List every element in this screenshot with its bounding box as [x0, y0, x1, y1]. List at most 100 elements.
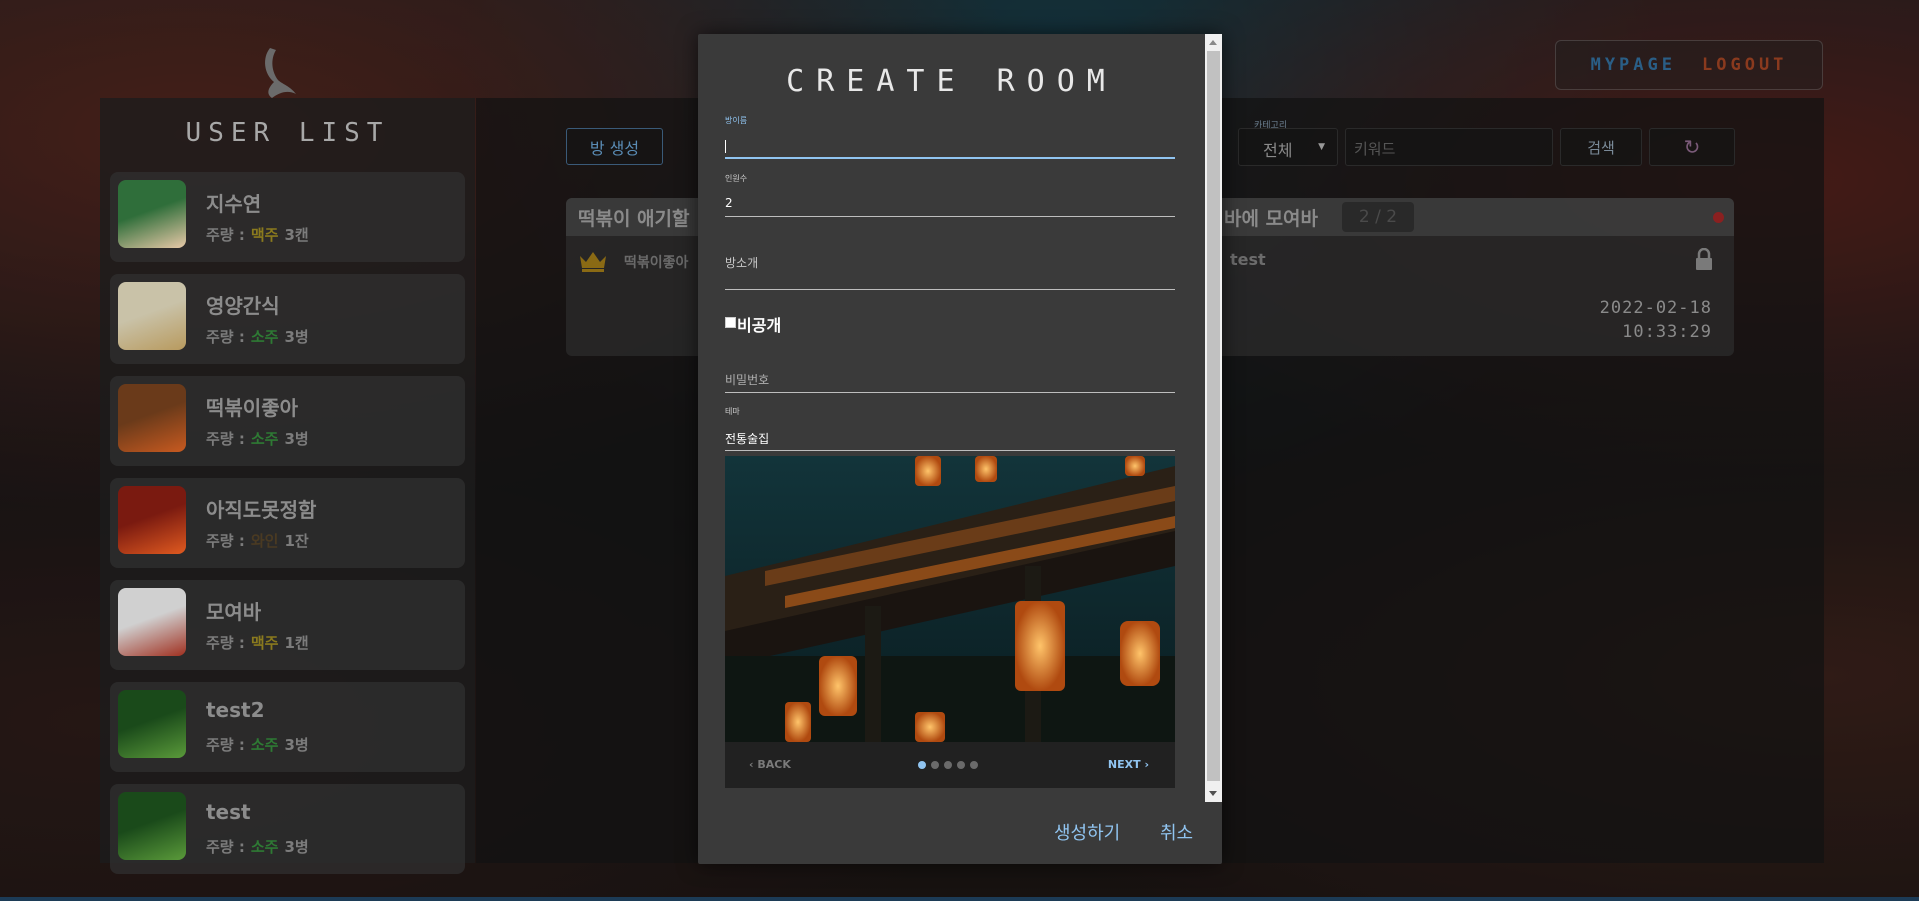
carousel-next-label: NEXT [1107, 758, 1141, 771]
user-name: test [206, 800, 251, 824]
carousel-dot[interactable] [931, 761, 939, 769]
user-name: 모여바 [206, 600, 262, 624]
user-name: 아직도못정함 [206, 498, 317, 522]
carousel-controls: ‹ BACK NEXT › [725, 742, 1175, 788]
carousel-dot[interactable] [918, 761, 926, 769]
drink-amount: 1잔 [284, 532, 309, 550]
create-room-modal: CREATE ROOM 방이름 인원수 2 방소개 비공개 비밀번호 테마 전통… [698, 34, 1222, 864]
drink-amount: 3병 [284, 838, 309, 856]
user-drink-capacity: 주량 : 소주 3병 [206, 836, 309, 857]
user-card[interactable]: test2 주량 : 소주 3병 [110, 682, 465, 772]
text-cursor [725, 140, 726, 153]
user-name: 지수연 [206, 192, 262, 216]
theme-label: 테마 [725, 407, 740, 416]
password-underline [725, 392, 1175, 393]
scroll-down-icon[interactable] [1209, 791, 1217, 796]
room-title: 떡볶이 애기할 [578, 208, 690, 230]
search-button[interactable]: 검색 [1560, 128, 1642, 166]
drink-prefix: 주량 : [206, 838, 245, 856]
drink-prefix: 주량 : [206, 532, 245, 550]
drink-prefix: 주량 : [206, 328, 245, 346]
category-select[interactable]: 전체 ▼ [1238, 128, 1338, 166]
user-drink-capacity: 주량 : 소주 3병 [206, 734, 309, 755]
capacity-input[interactable]: 2 [725, 196, 733, 210]
modal-scrollbar[interactable] [1205, 34, 1222, 802]
theme-underline [725, 450, 1175, 451]
logout-link[interactable]: LOGOUT [1702, 55, 1787, 75]
room-time: 10:33:29 [1622, 322, 1712, 342]
drink-type: 소주 [250, 838, 279, 856]
refresh-icon: ↻ [1683, 135, 1701, 159]
drink-amount: 1캔 [284, 634, 309, 652]
user-card[interactable]: 아직도못정함주량 : 와인 1잔 [110, 478, 465, 568]
drink-prefix: 주량 : [206, 634, 245, 652]
avatar [118, 282, 186, 350]
page-bottom-border [0, 897, 1919, 901]
carousel-next-button[interactable]: NEXT › [1108, 758, 1149, 771]
theme-input[interactable]: 전통술집 [725, 430, 769, 447]
drink-type: 맥주 [250, 634, 279, 652]
password-input[interactable]: 비밀번호 [725, 371, 769, 388]
drink-type: 소주 [250, 430, 279, 448]
room-intro-underline [725, 289, 1175, 290]
keyword-input[interactable]: 키워드 [1345, 128, 1553, 166]
modal-title: CREATE ROOM [786, 64, 1117, 99]
user-name: 떡볶이좋아 [206, 396, 298, 420]
drink-type: 맥주 [250, 226, 279, 244]
category-value: 전체 [1263, 141, 1293, 160]
refresh-button[interactable]: ↻ [1649, 128, 1735, 166]
drink-amount: 3병 [284, 736, 309, 754]
capacity-underline [725, 216, 1175, 217]
carousel-dots [918, 761, 978, 769]
create-room-button[interactable]: 방 생성 [566, 128, 663, 165]
carousel-back-button[interactable]: ‹ BACK [749, 758, 791, 771]
room-date: 2022-02-18 [1599, 298, 1712, 318]
capacity-label: 인원수 [725, 174, 748, 183]
lock-icon [1696, 248, 1712, 270]
drink-type: 와인 [250, 532, 279, 550]
scrollbar-thumb[interactable] [1207, 51, 1220, 781]
app-logo[interactable] [258, 44, 300, 102]
user-card[interactable]: 영양간식 주량 : 소주 3병 [110, 274, 465, 364]
drink-amount: 3병 [284, 328, 309, 346]
room-name-label: 방이름 [725, 116, 748, 125]
user-card[interactable]: 떡볶이좋아주량 : 소주 3병 [110, 376, 465, 466]
drink-prefix: 주량 : [206, 226, 245, 244]
user-drink-capacity: 주량 : 맥주 3캔 [206, 224, 309, 245]
user-drink-capacity: 주량 : 소주 3병 [206, 428, 309, 449]
carousel-dot[interactable] [957, 761, 965, 769]
user-card[interactable]: test 주량 : 소주 3병 [110, 784, 465, 874]
avatar [118, 384, 186, 452]
room-status-dot [1713, 212, 1724, 223]
avatar [118, 588, 186, 656]
create-button[interactable]: 생성하기 [1054, 819, 1120, 845]
room-host-name: 떡볶이좋아 [624, 255, 689, 271]
room-title-cont: 바에 모여바 [1224, 208, 1319, 230]
user-card[interactable]: 지수연주량 : 맥주 3캔 [110, 172, 465, 262]
chevron-right-icon: › [1140, 758, 1149, 771]
carousel-dot[interactable] [970, 761, 978, 769]
room-intro-input[interactable]: 방소개 [725, 254, 758, 271]
crown-icon [580, 252, 606, 272]
scroll-up-icon[interactable] [1209, 40, 1217, 45]
avatar [118, 792, 186, 860]
drink-type: 소주 [250, 736, 279, 754]
theme-preview-image [725, 456, 1175, 742]
carousel-dot[interactable] [944, 761, 952, 769]
avatar [118, 180, 186, 248]
cancel-button[interactable]: 취소 [1160, 819, 1193, 845]
drink-amount: 3캔 [284, 226, 309, 244]
private-checkbox-row[interactable]: 비공개 [725, 312, 781, 336]
drink-amount: 3병 [284, 430, 309, 448]
user-drink-capacity: 주량 : 맥주 1캔 [206, 632, 309, 653]
drink-prefix: 주량 : [206, 430, 245, 448]
user-card[interactable]: 모여바주량 : 맥주 1캔 [110, 580, 465, 670]
private-checkbox[interactable] [725, 316, 736, 328]
room-occupancy-badge: 2 / 2 [1342, 202, 1414, 232]
room-created-at: 2022-02-18 10:33:29 [1600, 296, 1712, 344]
user-name: test2 [206, 698, 265, 722]
theme-carousel[interactable]: ‹ BACK NEXT › [725, 456, 1175, 788]
mypage-link[interactable]: MYPAGE [1591, 55, 1676, 75]
room-member-name: test [1230, 250, 1266, 269]
user-drink-capacity: 주량 : 소주 3병 [206, 326, 309, 347]
